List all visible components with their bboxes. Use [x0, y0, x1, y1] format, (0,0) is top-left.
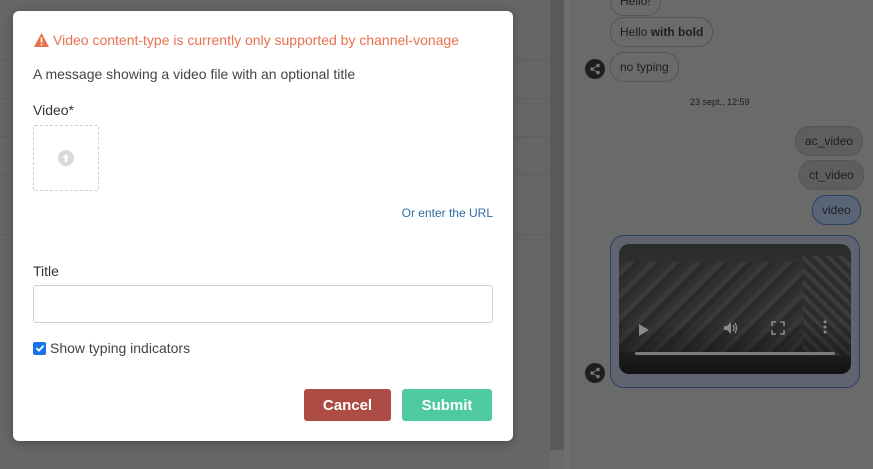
chat-bubble-partial: Hello!	[610, 0, 661, 16]
video-label: Video*	[33, 102, 75, 118]
chat-bubble-text: ac_video	[805, 134, 854, 148]
checkmark-icon	[35, 344, 44, 352]
chat-bubble-text: no typing	[620, 60, 669, 74]
dialog-description: A message showing a video file with an o…	[33, 66, 356, 82]
chat-bubble-received: Hello with bold	[610, 17, 714, 47]
chat-bubble-sent-selected: video	[812, 195, 861, 225]
video-progress-bar[interactable]	[635, 352, 835, 355]
chat-bubble-text: Hello	[620, 25, 651, 39]
title-label: Title	[33, 263, 59, 279]
video-upload-dropzone[interactable]	[33, 125, 99, 191]
share-icon[interactable]	[585, 59, 605, 79]
chat-timestamp: 23 sept., 12:59	[690, 97, 750, 107]
warning-icon	[34, 33, 49, 47]
background-scrollbar[interactable]	[550, 0, 564, 450]
upload-icon	[58, 150, 74, 166]
chat-bubble-bold-text: with bold	[650, 25, 704, 39]
content-type-warning: Video content-type is currently only sup…	[33, 32, 459, 48]
more-options-icon[interactable]	[823, 320, 827, 339]
chat-bubble-received: no typing	[610, 52, 679, 82]
fullscreen-icon[interactable]	[771, 321, 785, 340]
chat-bubble-text: ct_video	[809, 168, 854, 182]
enter-url-link[interactable]: Or enter the URL	[402, 206, 493, 220]
chat-bubble-text: video	[822, 203, 851, 217]
chat-bubble-sent: ct_video	[799, 160, 864, 190]
show-typing-checkbox[interactable]	[33, 341, 46, 355]
video-message-dialog: Video content-type is currently only sup…	[13, 11, 513, 441]
submit-button[interactable]: Submit	[402, 389, 492, 421]
show-typing-label[interactable]: Show typing indicators	[50, 340, 190, 356]
show-typing-row: Show typing indicators	[33, 340, 190, 356]
video-player[interactable]	[619, 244, 851, 374]
play-icon[interactable]	[639, 324, 649, 336]
share-icon[interactable]	[585, 363, 605, 383]
video-message-bubble	[610, 235, 860, 388]
title-input[interactable]	[33, 285, 493, 323]
warning-text: Video content-type is currently only sup…	[53, 32, 459, 48]
chat-bubble-sent: ac_video	[795, 126, 864, 156]
volume-icon[interactable]	[723, 321, 739, 340]
chat-bubble-text: Hello!	[620, 0, 651, 8]
cancel-button[interactable]: Cancel	[304, 389, 391, 421]
